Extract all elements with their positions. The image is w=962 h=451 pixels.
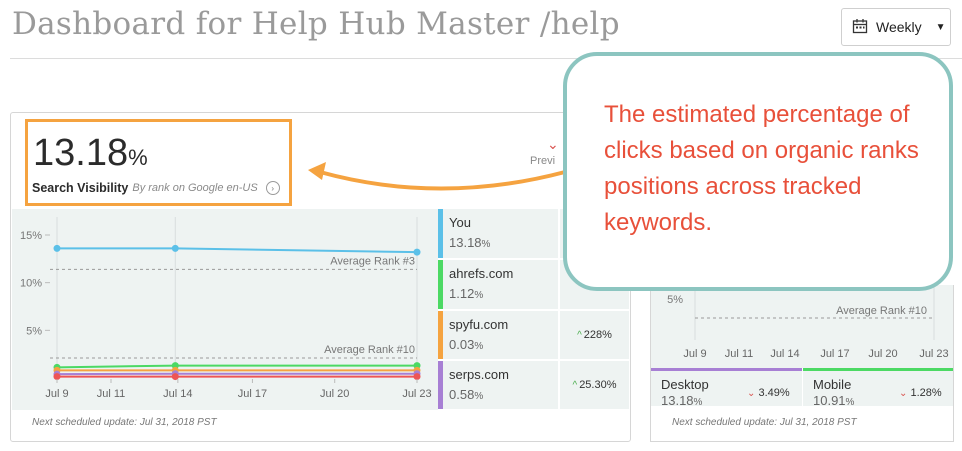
legend-value: 1.12% bbox=[449, 286, 484, 301]
info-icon[interactable]: › bbox=[265, 181, 280, 195]
device-line-chart: 5% Average Rank #10 Jul 9 Jul 11 Jul 14 Jul 1… bbox=[651, 285, 953, 368]
x-tick-label: Jul 23 bbox=[919, 348, 948, 360]
page-title: Dashboard for Help Hub Master /help bbox=[12, 6, 620, 42]
legend-item[interactable]: ahrefs.com 1.12% bbox=[438, 260, 558, 309]
series-line bbox=[56, 364, 417, 369]
series-color-bar bbox=[438, 209, 443, 258]
x-tick-label: Jul 11 bbox=[97, 388, 126, 400]
x-tick-label: Jul 20 bbox=[868, 348, 897, 360]
data-point bbox=[171, 244, 179, 252]
period-label: Weekly bbox=[876, 19, 922, 35]
x-tick-label: Jul 20 bbox=[320, 388, 349, 400]
arrow-up-icon: ^ bbox=[577, 329, 582, 341]
callout-text: The estimated percentage of clicks based… bbox=[604, 101, 919, 236]
y-tick-label: 5% bbox=[667, 294, 683, 306]
callout-arrow bbox=[308, 162, 566, 191]
kpi-label: Search Visibility By rank on Google en-U… bbox=[32, 181, 280, 195]
visibility-line-chart: 15% 10% 5% Average Rank #3 Average Rank #10 J… bbox=[12, 209, 438, 410]
legend-value: 0.03% bbox=[449, 337, 484, 352]
next-update-note-right: Next scheduled update: Jul 31, 2018 PST bbox=[672, 417, 857, 428]
series-color-bar bbox=[438, 361, 443, 409]
legend-name: spyfu.com bbox=[449, 317, 509, 332]
y-tick-label: 10% bbox=[20, 278, 42, 290]
y-tick-label: 15% bbox=[20, 230, 42, 242]
x-tick-label: Jul 14 bbox=[163, 388, 192, 400]
legend-value: 13.18% bbox=[449, 235, 491, 250]
reference-line-label: Average Rank #10 bbox=[324, 344, 415, 356]
legend-item[interactable]: serps.com 0.58% bbox=[438, 361, 558, 409]
series-color-bar bbox=[438, 311, 443, 359]
legend-name: You bbox=[449, 215, 471, 230]
arrow-down-icon: ⌄ bbox=[747, 388, 756, 399]
x-tick-label: Jul 17 bbox=[820, 348, 849, 360]
device-desktop[interactable]: Desktop 13.18% ⌄ 3.49% bbox=[651, 368, 802, 408]
series-color-bar bbox=[438, 260, 443, 309]
data-point bbox=[53, 244, 61, 252]
device-mobile[interactable]: Mobile 10.91% ⌄ 1.28% bbox=[803, 368, 953, 408]
legend-change: ^ 228% bbox=[560, 311, 629, 359]
x-tick-label: Jul 23 bbox=[402, 388, 431, 400]
legend-name: serps.com bbox=[449, 367, 509, 382]
kpi-value: 13.18% bbox=[33, 132, 148, 174]
legend-item[interactable]: spyfu.com 0.03% bbox=[438, 311, 558, 359]
series-line bbox=[57, 247, 418, 254]
next-update-note: Next scheduled update: Jul 31, 2018 PST bbox=[32, 417, 217, 428]
caret-down-icon: ▼ bbox=[935, 21, 946, 33]
period-select-button[interactable]: Weekly ▼ bbox=[841, 8, 951, 46]
calendar-icon bbox=[852, 18, 868, 37]
reference-line-label: Average Rank #10 bbox=[836, 305, 927, 317]
x-tick-label: Jul 9 bbox=[45, 388, 68, 400]
x-tick-label: Jul 9 bbox=[683, 348, 706, 360]
arrow-up-icon: ^ bbox=[572, 379, 578, 391]
x-tick-label: Jul 14 bbox=[770, 348, 799, 360]
reference-line-label: Average Rank #3 bbox=[330, 255, 415, 267]
x-tick-label: Jul 11 bbox=[725, 348, 754, 360]
data-point bbox=[413, 248, 421, 256]
y-tick-label: 5% bbox=[26, 325, 42, 337]
legend-item[interactable]: You 13.18% bbox=[438, 209, 558, 258]
arrow-down-icon: ⌄ bbox=[899, 388, 908, 399]
legend-name: ahrefs.com bbox=[449, 266, 514, 281]
legend-value: 0.58% bbox=[449, 387, 484, 402]
legend-change: ^ 25.30% bbox=[560, 361, 629, 409]
x-tick-label: Jul 17 bbox=[238, 388, 267, 400]
